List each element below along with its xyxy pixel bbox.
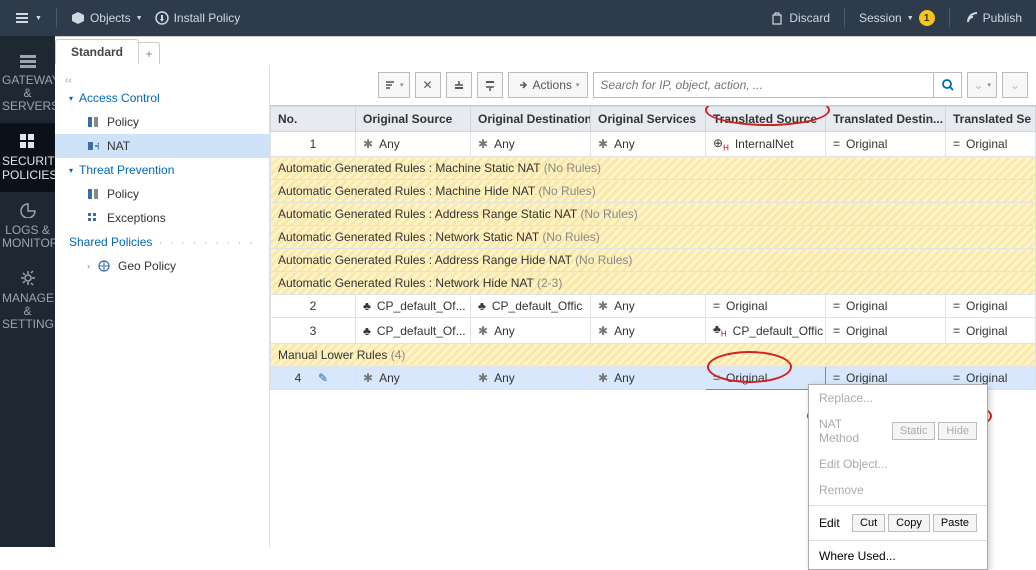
menu-nat-method: NAT Method StaticHide: [809, 411, 987, 451]
menu-paste[interactable]: Paste: [933, 514, 977, 532]
host-icon: ♣: [363, 299, 371, 313]
exceptions-icon: [87, 212, 99, 224]
nat-icon: [87, 140, 99, 152]
section-header[interactable]: Automatic Generated Rules : Machine Stat…: [271, 157, 1036, 180]
tool-insert-above[interactable]: [446, 72, 472, 98]
cell[interactable]: ✱Any: [591, 295, 706, 318]
discard-button[interactable]: Discard: [764, 7, 836, 29]
session-badge: 1: [919, 10, 935, 26]
cell-no[interactable]: 2: [271, 295, 356, 318]
cell[interactable]: ♣CP_default_Of...: [356, 295, 471, 318]
cell-no[interactable]: 3: [271, 318, 356, 343]
menu-cut[interactable]: Cut: [852, 514, 885, 532]
cell-no[interactable]: 4✎: [271, 366, 356, 389]
menu-copy[interactable]: Copy: [888, 514, 930, 532]
search-button[interactable]: [934, 72, 962, 98]
cell[interactable]: ✱Any: [471, 132, 591, 157]
app-menu-icon[interactable]: ▼: [8, 6, 48, 30]
col-trans-source[interactable]: Translated Source: [706, 107, 826, 132]
tab-standard[interactable]: Standard: [55, 39, 139, 64]
context-menu: Replace... NAT Method StaticHide Edit Ob…: [808, 384, 988, 570]
col-orig-dest[interactable]: Original Destination: [471, 107, 591, 132]
tool-nav-prev[interactable]: ⌄: [967, 72, 997, 98]
col-trans-services[interactable]: Translated Se: [946, 107, 1036, 132]
nav-shared-policies[interactable]: Shared Policies· · · · · · · · ·: [55, 230, 269, 254]
host-icon: ♣: [363, 324, 371, 338]
section-header[interactable]: Manual Lower Rules (4): [271, 343, 1036, 366]
cell[interactable]: ♣HCP_default_Offic: [706, 318, 826, 343]
nav-tp-policy[interactable]: Policy: [55, 182, 269, 206]
menu-replace: Replace...: [809, 385, 987, 411]
rail-manage[interactable]: MANAGE & SETTINGS: [0, 260, 55, 341]
collapse-nav[interactable]: ‹‹: [55, 75, 269, 86]
cell[interactable]: =Original: [706, 295, 826, 318]
cell[interactable]: ✱Any: [471, 318, 591, 343]
cell[interactable]: ✱Any: [591, 132, 706, 157]
cell[interactable]: ✱Any: [471, 366, 591, 389]
publish-button[interactable]: Publish: [958, 7, 1028, 29]
section-header[interactable]: Automatic Generated Rules : Address Rang…: [271, 203, 1036, 226]
cell[interactable]: =Original: [946, 132, 1036, 157]
cell[interactable]: =Original: [826, 318, 946, 343]
install-policy-button[interactable]: Install Policy: [149, 7, 247, 29]
section-header[interactable]: Automatic Generated Rules : Network Hide…: [271, 272, 1036, 295]
cell[interactable]: =Original: [826, 132, 946, 157]
cell[interactable]: ♣CP_default_Of...: [356, 318, 471, 343]
nav-threat-prevention[interactable]: Threat Prevention: [55, 158, 269, 182]
nat-static-button: Static: [892, 422, 936, 440]
cell[interactable]: ♣CP_default_Offic: [471, 295, 591, 318]
cell[interactable]: ✱Any: [356, 366, 471, 389]
tool-sort[interactable]: [378, 72, 410, 98]
col-orig-services[interactable]: Original Services: [591, 107, 706, 132]
nav-ac-nat[interactable]: NAT: [55, 134, 269, 158]
cell[interactable]: ⊕HInternalNet: [706, 132, 826, 157]
search-input[interactable]: [593, 72, 934, 98]
rail-security-policies[interactable]: SECURITY POLICIES: [0, 123, 55, 191]
session-menu[interactable]: Session▼1: [853, 6, 941, 30]
menu-edit-object: Edit Object...: [809, 451, 987, 477]
tool-actions[interactable]: Actions: [508, 72, 589, 98]
nav-access-control[interactable]: Access Control: [55, 86, 269, 110]
tab-add[interactable]: +: [138, 42, 160, 64]
nat-hide-button: Hide: [938, 422, 977, 440]
menu-remove: Remove: [809, 477, 987, 503]
geo-icon: [98, 260, 110, 272]
cell[interactable]: =Original: [946, 318, 1036, 343]
nav-geo-policy[interactable]: ›Geo Policy: [55, 254, 269, 278]
rail-gateways[interactable]: GATEWAYS & SERVERS: [0, 44, 55, 123]
policy-icon: [87, 116, 99, 128]
tool-insert-below[interactable]: [477, 72, 503, 98]
section-header[interactable]: Automatic Generated Rules : Machine Hide…: [271, 180, 1036, 203]
cell[interactable]: ✱Any: [591, 366, 706, 389]
net-icon: ⊕H: [713, 136, 729, 152]
cell[interactable]: =Original: [946, 295, 1036, 318]
cell[interactable]: =Original: [826, 295, 946, 318]
host-icon: ♣: [478, 299, 486, 313]
col-orig-source[interactable]: Original Source: [356, 107, 471, 132]
pencil-icon: ✎: [318, 371, 328, 385]
cell-no[interactable]: 1: [271, 132, 356, 157]
policy-icon: [87, 188, 99, 200]
col-trans-dest[interactable]: Translated Destin...: [826, 107, 946, 132]
col-no[interactable]: No.: [271, 107, 356, 132]
nav-tp-exceptions[interactable]: Exceptions: [55, 206, 269, 230]
objects-menu[interactable]: Objects▼: [65, 7, 149, 29]
section-header[interactable]: Automatic Generated Rules : Network Stat…: [271, 226, 1036, 249]
section-header[interactable]: Automatic Generated Rules : Address Rang…: [271, 249, 1036, 272]
tool-nav-next[interactable]: ⌄: [1002, 72, 1028, 98]
host-icon: ♣H: [713, 322, 727, 338]
rail-logs[interactable]: LOGS & MONITOR: [0, 192, 55, 260]
menu-edit[interactable]: Edit CutCopyPaste: [809, 508, 987, 538]
nav-ac-policy[interactable]: Policy: [55, 110, 269, 134]
cell[interactable]: ✱Any: [356, 132, 471, 157]
tool-delete[interactable]: ✕: [415, 72, 441, 98]
cell[interactable]: ✱Any: [591, 318, 706, 343]
